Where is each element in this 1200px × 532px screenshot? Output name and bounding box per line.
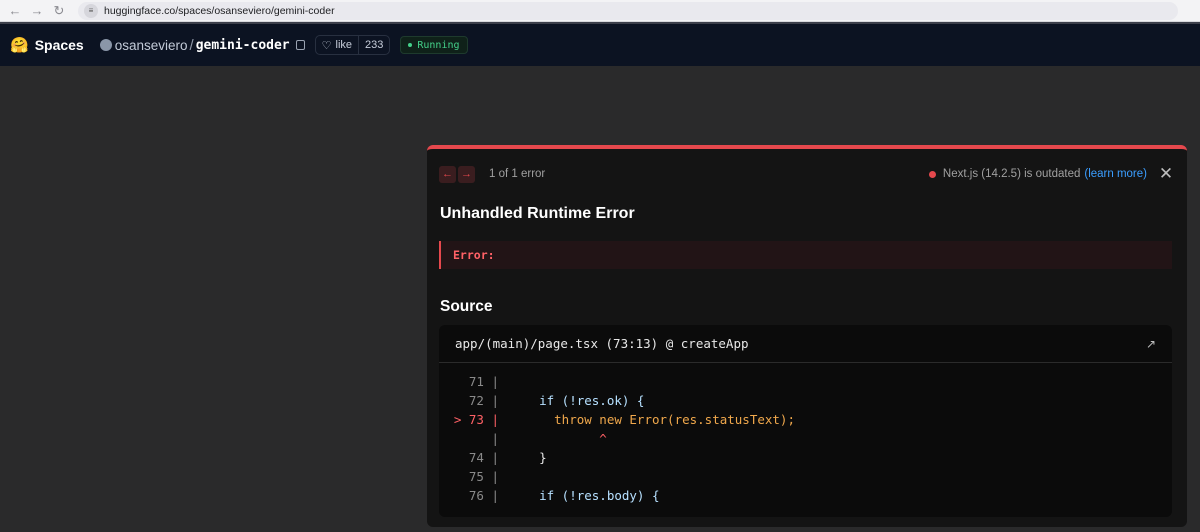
heart-icon: ♡ bbox=[321, 39, 332, 52]
repo-name-link[interactable]: gemini-coder bbox=[196, 38, 290, 53]
like-toggle[interactable]: ♡ like bbox=[316, 36, 358, 54]
next-error-icon[interactable]: → bbox=[458, 165, 475, 183]
status-badge: Running bbox=[400, 36, 468, 54]
error-overlay: ← → 1 of 1 error Next.js (14.2.5) is out… bbox=[427, 145, 1187, 527]
code-line: 71 | bbox=[468, 374, 499, 389]
open-external-icon[interactable]: ↗ bbox=[1146, 337, 1156, 351]
site-info-icon[interactable]: ≡ bbox=[84, 3, 98, 18]
close-icon[interactable]: ✕ bbox=[1157, 164, 1175, 184]
error-title: Unhandled Runtime Error bbox=[440, 205, 635, 222]
code-line: 75 | bbox=[468, 469, 499, 484]
owner-link[interactable]: osanseviero bbox=[115, 38, 188, 53]
source-title: Source bbox=[440, 298, 493, 315]
source-file-header[interactable]: app/(main)/page.tsx (73:13) @ createApp … bbox=[439, 325, 1172, 363]
code-line: 72 | if (!res.ok) { bbox=[468, 393, 645, 408]
forward-arrow-icon[interactable]: → bbox=[26, 0, 48, 22]
code-line: 74 | } bbox=[468, 450, 547, 465]
code-line-caret: | ^ bbox=[491, 431, 607, 446]
error-message: Error: bbox=[439, 241, 1172, 269]
version-status: Next.js (14.2.5) is outdated (learn more… bbox=[928, 168, 1147, 180]
reload-icon[interactable]: ↻ bbox=[48, 0, 70, 22]
code-line-highlighted: > 73 | throw new Error(res.statusText); bbox=[453, 412, 795, 427]
learn-more-link[interactable]: (learn more) bbox=[1084, 168, 1147, 180]
like-button[interactable]: ♡ like 233 bbox=[314, 35, 391, 55]
back-arrow-icon[interactable]: ← bbox=[4, 0, 26, 22]
code-line: 76 | if (!res.body) { bbox=[468, 488, 660, 503]
spaces-link[interactable]: Spaces bbox=[35, 37, 84, 53]
previous-error-icon[interactable]: ← bbox=[439, 165, 456, 183]
source-file-path[interactable]: app/(main)/page.tsx (73:13) @ createApp bbox=[455, 336, 749, 351]
address-bar[interactable]: ≡ huggingface.co/spaces/osanseviero/gemi… bbox=[78, 1, 1178, 20]
owner-avatar[interactable] bbox=[99, 39, 112, 51]
path-separator: / bbox=[189, 36, 194, 54]
hugging-face-logo-icon[interactable]: 🤗 bbox=[10, 36, 29, 54]
source-code-frame: app/(main)/page.tsx (73:13) @ createApp … bbox=[439, 325, 1172, 517]
outdated-dot-icon bbox=[928, 170, 936, 178]
hf-space-header: 🤗 Spaces osanseviero / gemini-coder ♡ lik… bbox=[0, 22, 1200, 66]
error-counter: 1 of 1 error bbox=[489, 168, 546, 180]
source-code: 71 | 72 | if (!res.ok) { > 73 | throw ne… bbox=[439, 363, 1172, 505]
url-text[interactable]: huggingface.co/spaces/osanseviero/gemini… bbox=[104, 5, 335, 17]
status-dot-icon bbox=[408, 43, 413, 47]
error-toolbar: ← → 1 of 1 error Next.js (14.2.5) is out… bbox=[439, 163, 1175, 185]
error-pagination: ← → bbox=[439, 165, 475, 183]
browser-toolbar: ← → ↻ ≡ huggingface.co/spaces/osansevier… bbox=[0, 0, 1200, 22]
copy-icon[interactable] bbox=[295, 40, 305, 50]
like-count[interactable]: 233 bbox=[358, 36, 389, 54]
